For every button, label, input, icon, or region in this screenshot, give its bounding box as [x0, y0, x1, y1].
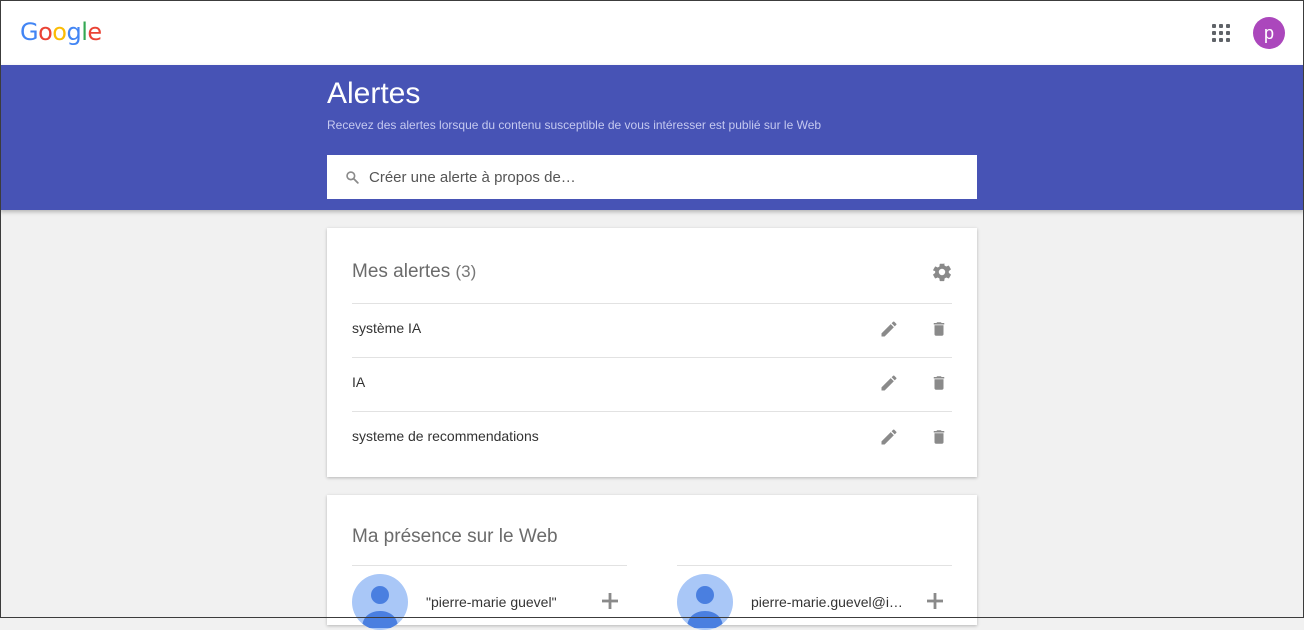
web-presence-title: Ma présence sur le Web [352, 526, 558, 547]
logo-letter: o [38, 18, 53, 46]
google-logo[interactable]: Google [20, 18, 102, 46]
delete-icon[interactable] [930, 373, 948, 393]
alert-row[interactable]: IA [352, 357, 952, 411]
top-bar: Google p [0, 0, 1304, 65]
logo-letter: G [20, 18, 39, 46]
my-alerts-label: Mes alertes [352, 261, 451, 282]
apps-grid-icon[interactable] [1212, 24, 1230, 42]
person-avatar-icon [352, 574, 408, 630]
alert-row[interactable]: systeme de recommendations [352, 411, 952, 465]
add-alert-plus-icon[interactable] [601, 592, 619, 610]
account-avatar[interactable]: p [1253, 17, 1285, 49]
presence-item: "pierre-marie guevel" [352, 565, 627, 630]
alerts-count: (3) [455, 262, 477, 281]
person-avatar-icon [677, 574, 733, 630]
alert-label[interactable]: IA [352, 374, 365, 390]
alert-row[interactable]: système IA [352, 303, 952, 357]
search-icon [346, 171, 359, 184]
edit-icon[interactable] [879, 319, 899, 339]
alert-label[interactable]: systeme de recommendations [352, 428, 539, 444]
logo-letter: o [52, 18, 67, 46]
create-alert-input[interactable] [367, 161, 961, 193]
logo-letter: e [87, 18, 102, 46]
page-subtitle: Recevez des alertes lorsque du contenu s… [327, 118, 822, 132]
page-title: Alertes [327, 77, 421, 110]
presence-label: pierre-marie.guevel@i… [751, 594, 903, 610]
add-alert-plus-icon[interactable] [926, 592, 944, 610]
delete-icon[interactable] [930, 319, 948, 339]
presence-item: pierre-marie.guevel@i… [677, 565, 952, 630]
edit-icon[interactable] [879, 373, 899, 393]
presence-label: "pierre-marie guevel" [426, 594, 557, 610]
logo-letter: g [66, 18, 82, 46]
create-alert-search[interactable] [327, 155, 977, 199]
alerts-header: Alertes Recevez des alertes lorsque du c… [0, 65, 1304, 210]
my-alerts-title: Mes alertes (3) [352, 261, 476, 283]
edit-icon[interactable] [879, 427, 899, 447]
my-alerts-card: Mes alertes (3) système IA IA systeme de… [327, 228, 977, 477]
gear-icon[interactable] [931, 261, 953, 283]
web-presence-card: Ma présence sur le Web "pierre-marie gue… [327, 495, 977, 630]
alert-label[interactable]: système IA [352, 320, 421, 336]
delete-icon[interactable] [930, 427, 948, 447]
